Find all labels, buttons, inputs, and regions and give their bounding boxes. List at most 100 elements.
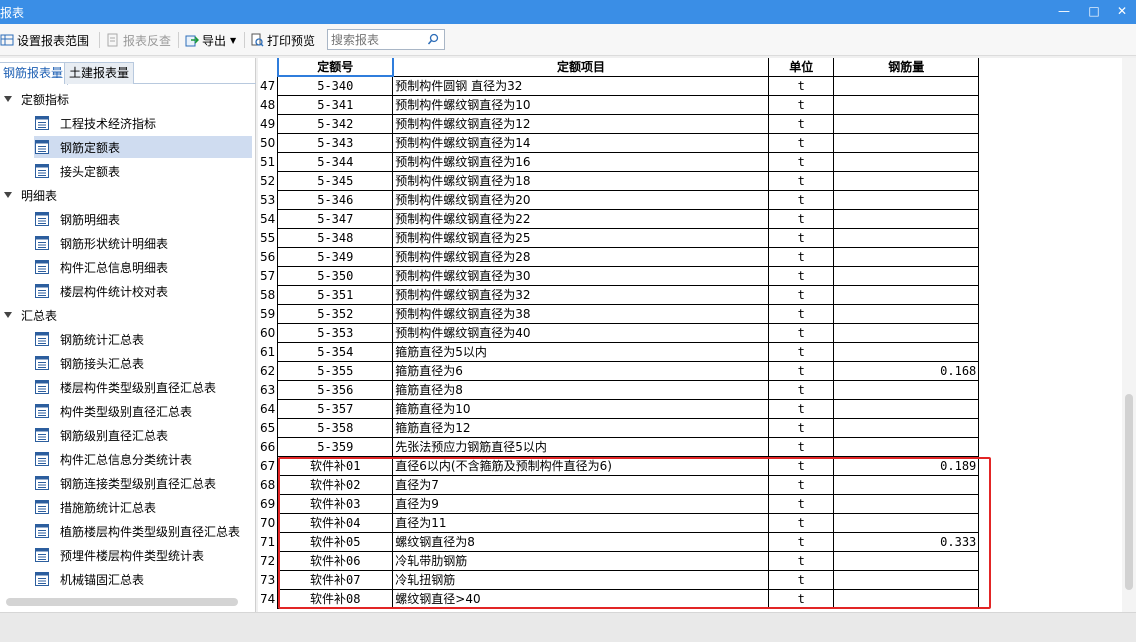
minimize-button[interactable]: — xyxy=(1050,0,1078,24)
rebar-amount-cell[interactable] xyxy=(833,436,980,457)
unit-cell[interactable]: t xyxy=(768,246,835,267)
rebar-amount-cell[interactable] xyxy=(833,322,980,343)
table-row[interactable]: 54 5-347 预制构件螺纹钢直径为22 t xyxy=(258,208,980,229)
quota-item-cell[interactable]: 螺纹钢直径>40 xyxy=(392,588,770,609)
expand-triangle-icon[interactable] xyxy=(4,312,12,318)
rebar-amount-cell[interactable] xyxy=(833,265,980,286)
quota-item-cell[interactable]: 预制构件螺纹钢直径为18 xyxy=(392,170,770,191)
table-row[interactable]: 55 5-348 预制构件螺纹钢直径为25 t xyxy=(258,227,980,248)
unit-cell[interactable]: t xyxy=(768,189,835,210)
table-row[interactable]: 73 软件补07 冷轧扭钢筋 t xyxy=(258,569,980,590)
quota-item-cell[interactable]: 预制构件螺纹钢直径为28 xyxy=(392,246,770,267)
tree-item[interactable]: 钢筋统计汇总表 xyxy=(34,328,150,350)
rebar-amount-cell[interactable] xyxy=(833,94,980,115)
rebar-amount-cell[interactable] xyxy=(833,569,980,590)
table-row[interactable]: 62 5-355 箍筋直径为6 t 0.168 xyxy=(258,360,980,381)
column-header-quota-no[interactable]: 定额号 xyxy=(276,58,394,77)
rebar-amount-cell[interactable] xyxy=(833,474,980,495)
quota-number-cell[interactable]: 软件补07 xyxy=(277,569,394,590)
table-row[interactable]: 65 5-358 箍筋直径为12 t xyxy=(258,417,980,438)
quota-item-cell[interactable]: 冷轧带肋钢筋 xyxy=(392,550,770,571)
unit-cell[interactable]: t xyxy=(768,455,835,476)
unit-cell[interactable]: t xyxy=(768,94,835,115)
quota-number-cell[interactable]: 5-344 xyxy=(277,151,394,172)
column-header-unit[interactable]: 单位 xyxy=(768,58,835,77)
table-row[interactable]: 47 5-340 预制构件圆钢 直径为32 t xyxy=(258,75,980,96)
scrollbar-thumb[interactable] xyxy=(1125,394,1133,590)
table-row[interactable]: 58 5-351 预制构件螺纹钢直径为32 t xyxy=(258,284,980,305)
table-row[interactable]: 52 5-345 预制构件螺纹钢直径为18 t xyxy=(258,170,980,191)
quota-item-cell[interactable]: 预制构件螺纹钢直径为12 xyxy=(392,113,770,134)
unit-cell[interactable]: t xyxy=(768,417,835,438)
quota-item-cell[interactable]: 预制构件螺纹钢直径为22 xyxy=(392,208,770,229)
quota-number-cell[interactable]: 5-354 xyxy=(277,341,394,362)
quota-number-cell[interactable]: 5-353 xyxy=(277,322,394,343)
table-row[interactable]: 64 5-357 箍筋直径为10 t xyxy=(258,398,980,419)
table-row[interactable]: 69 软件补03 直径为9 t xyxy=(258,493,980,514)
quota-item-cell[interactable]: 预制构件螺纹钢直径为30 xyxy=(392,265,770,286)
expand-triangle-icon[interactable] xyxy=(4,192,12,198)
quota-number-cell[interactable]: 5-357 xyxy=(277,398,394,419)
quota-item-cell[interactable]: 箍筋直径为5以内 xyxy=(392,341,770,362)
rebar-amount-cell[interactable] xyxy=(833,132,980,153)
quota-item-cell[interactable]: 预制构件螺纹钢直径为25 xyxy=(392,227,770,248)
vertical-scrollbar[interactable] xyxy=(1122,58,1136,612)
unit-cell[interactable]: t xyxy=(768,170,835,191)
rebar-amount-cell[interactable] xyxy=(833,284,980,305)
rebar-amount-cell[interactable] xyxy=(833,170,980,191)
tree-item[interactable]: 楼层构件类型级别直径汇总表 xyxy=(34,376,222,398)
table-row[interactable]: 57 5-350 预制构件螺纹钢直径为30 t xyxy=(258,265,980,286)
unit-cell[interactable]: t xyxy=(768,132,835,153)
quota-item-cell[interactable]: 直径为11 xyxy=(392,512,770,533)
tree-item[interactable]: 工程技术经济指标 xyxy=(34,112,162,134)
rebar-amount-cell[interactable] xyxy=(833,398,980,419)
print-preview-button[interactable]: 打印预览 xyxy=(250,31,315,49)
unit-cell[interactable]: t xyxy=(768,360,835,381)
table-row[interactable]: 49 5-342 预制构件螺纹钢直径为12 t xyxy=(258,113,980,134)
search-input[interactable] xyxy=(328,30,426,49)
table-row[interactable]: 61 5-354 箍筋直径为5以内 t xyxy=(258,341,980,362)
tree-item[interactable]: 钢筋形状统计明细表 xyxy=(34,232,174,254)
unit-cell[interactable]: t xyxy=(768,341,835,362)
table-row[interactable]: 51 5-344 预制构件螺纹钢直径为16 t xyxy=(258,151,980,172)
quota-item-cell[interactable]: 箍筋直径为10 xyxy=(392,398,770,419)
tree-item[interactable]: 预埋件楼层构件类型统计表 xyxy=(34,544,210,566)
table-row[interactable]: 68 软件补02 直径为7 t xyxy=(258,474,980,495)
quota-item-cell[interactable]: 预制构件螺纹钢直径为16 xyxy=(392,151,770,172)
quota-item-cell[interactable]: 先张法预应力钢筋直径5以内 xyxy=(392,436,770,457)
tree-item[interactable]: 钢筋级别直径汇总表 xyxy=(34,424,174,446)
column-header-quota-item[interactable]: 定额项目 xyxy=(392,58,770,77)
column-header-rebar-amount[interactable]: 钢筋量 xyxy=(833,58,980,77)
quota-number-cell[interactable]: 5-349 xyxy=(277,246,394,267)
quota-item-cell[interactable]: 预制构件螺纹钢直径为14 xyxy=(392,132,770,153)
unit-cell[interactable]: t xyxy=(768,398,835,419)
rebar-amount-cell[interactable] xyxy=(833,303,980,324)
table-row[interactable]: 70 软件补04 直径为11 t xyxy=(258,512,980,533)
rebar-amount-cell[interactable]: 0.333 xyxy=(833,531,980,552)
quota-number-cell[interactable]: 5-341 xyxy=(277,94,394,115)
quota-number-cell[interactable]: 软件补06 xyxy=(277,550,394,571)
quota-number-cell[interactable]: 软件补02 xyxy=(277,474,394,495)
unit-cell[interactable]: t xyxy=(768,436,835,457)
search-icon[interactable] xyxy=(427,33,440,46)
tree-item[interactable]: 构件汇总信息分类统计表 xyxy=(34,448,198,470)
quota-item-cell[interactable]: 预制构件螺纹钢直径为40 xyxy=(392,322,770,343)
unit-cell[interactable]: t xyxy=(768,569,835,590)
unit-cell[interactable]: t xyxy=(768,303,835,324)
tree-item[interactable]: 构件汇总信息明细表 xyxy=(34,256,174,278)
unit-cell[interactable]: t xyxy=(768,474,835,495)
rebar-amount-cell[interactable]: 0.168 xyxy=(833,360,980,381)
quota-number-cell[interactable]: 软件补08 xyxy=(277,588,394,609)
tree-group[interactable]: 汇总表 xyxy=(4,304,57,326)
export-button[interactable]: 导出 ▼ xyxy=(185,31,236,49)
tree-item[interactable]: 接头定额表 xyxy=(34,160,126,182)
unit-cell[interactable]: t xyxy=(768,208,835,229)
tree-item[interactable]: 钢筋定额表 xyxy=(34,136,252,158)
rebar-amount-cell[interactable] xyxy=(833,208,980,229)
rebar-amount-cell[interactable] xyxy=(833,512,980,533)
close-button[interactable]: ✕ xyxy=(1108,0,1136,24)
maximize-button[interactable]: □ xyxy=(1080,0,1108,24)
quota-number-cell[interactable]: 5-358 xyxy=(277,417,394,438)
quota-item-cell[interactable]: 箍筋直径为8 xyxy=(392,379,770,400)
rebar-amount-cell[interactable]: 0.189 xyxy=(833,455,980,476)
